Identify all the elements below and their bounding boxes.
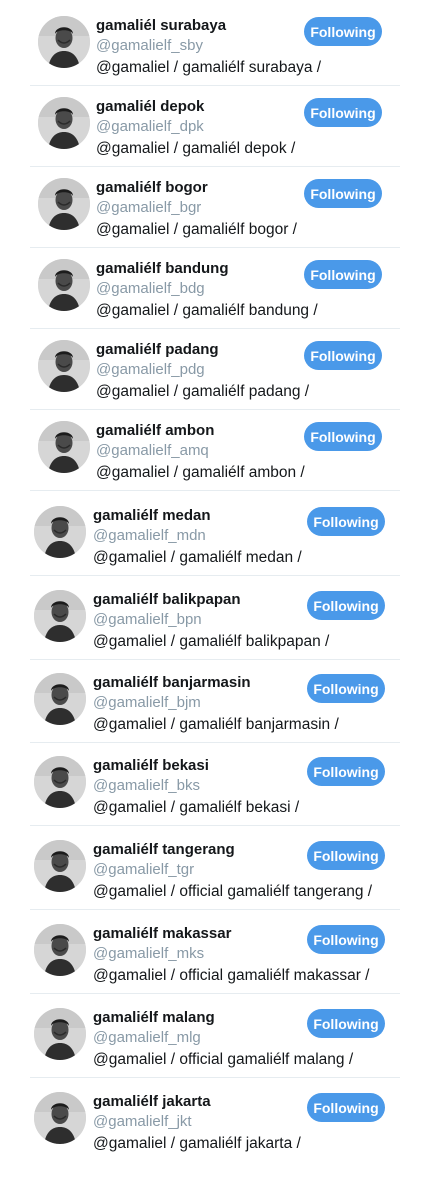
row-divider bbox=[30, 1077, 400, 1078]
row-divider bbox=[30, 742, 400, 743]
account-bio: @gamaliel / gamaliélf padang / bbox=[96, 383, 310, 400]
following-button[interactable]: Following bbox=[304, 17, 382, 46]
account-bio: @gamaliel / gamaliélf jakarta / bbox=[93, 1135, 301, 1152]
avatar[interactable] bbox=[38, 340, 90, 392]
row-divider bbox=[30, 490, 400, 491]
account-name[interactable]: gamaliélf malang bbox=[93, 1009, 215, 1026]
account-name[interactable]: gamaliél depok bbox=[96, 98, 204, 115]
following-button[interactable]: Following bbox=[304, 260, 382, 289]
avatar[interactable] bbox=[34, 840, 86, 892]
account-name[interactable]: gamaliélf jakarta bbox=[93, 1093, 211, 1110]
following-button[interactable]: Following bbox=[307, 841, 385, 870]
account-name[interactable]: gamaliélf banjarmasin bbox=[93, 674, 251, 691]
account-handle: @gamalielf_mlg bbox=[93, 1029, 201, 1046]
following-button[interactable]: Following bbox=[307, 757, 385, 786]
account-bio: @gamaliel / gamaliélf ambon / bbox=[96, 464, 305, 481]
row-divider bbox=[30, 575, 400, 576]
avatar[interactable] bbox=[38, 178, 90, 230]
avatar[interactable] bbox=[38, 16, 90, 68]
account-handle: @gamalielf_bks bbox=[93, 777, 200, 794]
account-handle: @gamalielf_pdg bbox=[96, 361, 205, 378]
avatar[interactable] bbox=[34, 924, 86, 976]
following-button[interactable]: Following bbox=[304, 179, 382, 208]
avatar[interactable] bbox=[34, 506, 86, 558]
account-name[interactable]: gamaliélf bandung bbox=[96, 260, 229, 277]
account-bio: @gamaliel / official gamaliélf makassar … bbox=[93, 967, 370, 984]
account-name[interactable]: gamaliélf medan bbox=[93, 507, 211, 524]
avatar[interactable] bbox=[38, 421, 90, 473]
avatar[interactable] bbox=[34, 756, 86, 808]
account-handle: @gamalielf_jkt bbox=[93, 1113, 192, 1130]
account-row[interactable]: gamaliélf tangerang @gamalielf_tgr @gamali… bbox=[0, 828, 426, 910]
following-button[interactable]: Following bbox=[307, 925, 385, 954]
following-button[interactable]: Following bbox=[307, 674, 385, 703]
following-button[interactable]: Following bbox=[304, 422, 382, 451]
account-bio: @gamaliel / gamaliélf balikpapan / bbox=[93, 633, 330, 650]
account-row[interactable]: gamaliélf medan @gamalielf_mdn @gamaliel /… bbox=[0, 494, 426, 576]
account-handle: @gamalielf_sby bbox=[96, 37, 203, 54]
account-handle: @gamalielf_amq bbox=[96, 442, 209, 459]
row-divider bbox=[30, 659, 400, 660]
account-row[interactable]: gamaliélf balikpapan @gamalielf_bpn @gamal… bbox=[0, 578, 426, 660]
account-handle: @gamalielf_dpk bbox=[96, 118, 204, 135]
account-name[interactable]: gamaliélf bekasi bbox=[93, 757, 209, 774]
row-divider bbox=[30, 993, 400, 994]
account-name[interactable]: gamaliélf tangerang bbox=[93, 841, 235, 858]
account-row[interactable]: gamaliélf bekasi @gamalielf_bks @gamaliel … bbox=[0, 744, 426, 826]
account-handle: @gamalielf_mdn bbox=[93, 527, 206, 544]
following-button[interactable]: Following bbox=[304, 98, 382, 127]
following-button[interactable]: Following bbox=[307, 591, 385, 620]
account-bio: @gamaliel / gamaliélf bandung / bbox=[96, 302, 318, 319]
account-row[interactable]: gamaliél depok @gamalielf_dpk @gamaliel / … bbox=[0, 85, 426, 167]
avatar[interactable] bbox=[34, 590, 86, 642]
account-bio: @gamaliel / official gamaliélf malang / bbox=[93, 1051, 354, 1068]
account-name[interactable]: gamaliélf bogor bbox=[96, 179, 208, 196]
account-row[interactable]: gamaliélf malang @gamalielf_mlg @gamaliel … bbox=[0, 996, 426, 1078]
following-button[interactable]: Following bbox=[304, 341, 382, 370]
account-row[interactable]: gamaliélf ambon @gamalielf_amq @gamaliel /… bbox=[0, 409, 426, 491]
avatar[interactable] bbox=[38, 259, 90, 311]
account-bio: @gamaliel / gamaliélf bekasi / bbox=[93, 799, 300, 816]
account-name[interactable]: gamaliélf balikpapan bbox=[93, 591, 241, 608]
row-divider bbox=[30, 825, 400, 826]
row-divider bbox=[30, 909, 400, 910]
account-name[interactable]: gamaliélf ambon bbox=[96, 422, 214, 439]
following-list: gamaliél surabaya @gamalielf_sby @gamaliel… bbox=[0, 0, 426, 1200]
account-row[interactable]: gamaliélf padang @gamalielf_pdg @gamaliel … bbox=[0, 328, 426, 410]
following-button[interactable]: Following bbox=[307, 507, 385, 536]
account-row[interactable]: gamaliélf bogor @gamalielf_bgr @gamaliel /… bbox=[0, 166, 426, 248]
account-name[interactable]: gamaliél surabaya bbox=[96, 17, 226, 34]
account-handle: @gamalielf_tgr bbox=[93, 861, 195, 878]
account-handle: @gamalielf_bgr bbox=[96, 199, 202, 216]
account-row[interactable]: gamaliélf jakarta @gamalielf_jkt @gamaliel… bbox=[0, 1080, 426, 1162]
avatar[interactable] bbox=[34, 1092, 86, 1144]
account-bio: @gamaliel / gamaliélf banjarmasin / bbox=[93, 716, 339, 733]
account-handle: @gamalielf_bjm bbox=[93, 694, 201, 711]
avatar[interactable] bbox=[34, 1008, 86, 1060]
account-bio: @gamaliel / official gamaliélf tangerang… bbox=[93, 883, 373, 900]
account-name[interactable]: gamaliélf padang bbox=[96, 341, 219, 358]
account-handle: @gamalielf_mks bbox=[93, 945, 205, 962]
following-button[interactable]: Following bbox=[307, 1093, 385, 1122]
account-row[interactable]: gamaliélf banjarmasin @gamalielf_bjm @gama… bbox=[0, 661, 426, 743]
account-bio: @gamaliel / gamaliélf bogor / bbox=[96, 221, 297, 238]
account-row[interactable]: gamaliélf makassar @gamalielf_mks @gamalie… bbox=[0, 912, 426, 994]
account-handle: @gamalielf_bpn bbox=[93, 611, 202, 628]
account-row[interactable]: gamaliél surabaya @gamalielf_sby @gamaliel… bbox=[0, 4, 426, 86]
account-bio: @gamaliel / gamaliélf surabaya / bbox=[96, 59, 322, 76]
account-name[interactable]: gamaliélf makassar bbox=[93, 925, 231, 942]
avatar[interactable] bbox=[34, 673, 86, 725]
following-button[interactable]: Following bbox=[307, 1009, 385, 1038]
account-row[interactable]: gamaliélf bandung @gamalielf_bdg @gamaliel… bbox=[0, 247, 426, 329]
account-bio: @gamaliel / gamaliél depok / bbox=[96, 140, 296, 157]
account-bio: @gamaliel / gamaliélf medan / bbox=[93, 549, 302, 566]
account-handle: @gamalielf_bdg bbox=[96, 280, 205, 297]
avatar[interactable] bbox=[38, 97, 90, 149]
